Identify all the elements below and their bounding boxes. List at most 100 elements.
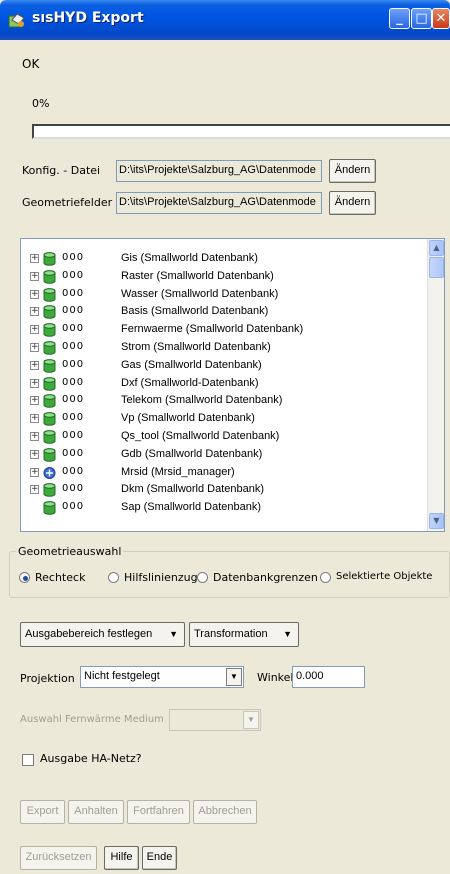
chevron-down-icon[interactable]: ▼ [226, 668, 242, 686]
projektion-select[interactable]: Nicht festgelegt ▼ [80, 666, 244, 688]
title-bar[interactable]: sısHYD Export _ □ ✕ [0, 0, 450, 40]
tree-item-code: 000 [62, 447, 85, 459]
transformation-label: Transformation [194, 628, 268, 640]
tree-item[interactable]: +000 Dkm (Smallworld Datenbank) [21, 482, 421, 499]
tree-item[interactable]: +000 Dxf (Smallworld-Datenbank) [21, 376, 421, 393]
radio-selektierte-objekte[interactable] [320, 572, 331, 583]
database-icon [43, 341, 56, 355]
database-icon [43, 252, 56, 266]
tree-item[interactable]: +000 Basis (Smallworld Datenbank) [21, 304, 421, 321]
winkel-value: 0.000 [296, 670, 324, 682]
radio-datenbankgrenzen[interactable] [197, 572, 208, 583]
tree-item-label: Basis (Smallworld Datenbank) [121, 305, 269, 318]
expand-icon[interactable]: + [30, 307, 39, 317]
tree-item-code: 000 [62, 430, 85, 441]
expand-icon[interactable]: + [30, 325, 39, 335]
expand-icon[interactable]: + [30, 414, 39, 424]
ausgabebereich-button[interactable]: Ausgabebereich festlegen ▼ [20, 622, 185, 647]
radio-rechteck[interactable] [19, 572, 30, 583]
fernwaerme-select[interactable]: ▼ [169, 709, 261, 731]
expand-icon[interactable]: + [30, 467, 39, 477]
chevron-up-icon: ▲ [433, 243, 440, 252]
app-icon [8, 13, 25, 28]
fortfahren-button[interactable]: Fortfahren [127, 800, 190, 824]
database-icon [43, 447, 56, 462]
ha-netz-checkbox[interactable] [22, 754, 34, 766]
expand-icon[interactable]: + [30, 343, 39, 352]
maximize-button[interactable]: □ [411, 8, 432, 29]
zuruecksetzen-button[interactable]: Zurücksetzen [20, 846, 97, 870]
tree-item-code: 000 [62, 376, 85, 388]
minimize-icon: _ [396, 11, 403, 26]
close-button[interactable]: ✕ [432, 8, 450, 29]
scroll-thumb[interactable] [429, 257, 444, 278]
tree-item-code: 000 [62, 465, 85, 477]
konfig-field[interactable]: D:\its\Projekte\Salzburg_AG\Datenmode [116, 160, 322, 182]
tree-item-code: 000 [62, 483, 85, 495]
tree-item[interactable]: +000 Fernwaerme (Smallworld Datenbank) [21, 322, 421, 339]
ha-netz-label: Ausgabe HA-Netz? [40, 752, 142, 765]
tree-item[interactable]: +000 Gdb (Smallworld Datenbank) [21, 447, 421, 464]
tree-item[interactable]: +000 Raster (Smallworld Datenbank) [21, 269, 421, 286]
winkel-input[interactable]: 0.000 [292, 666, 365, 688]
geometrie-change-button[interactable]: Ändern [329, 191, 376, 215]
projektion-value: Nicht festgelegt [84, 670, 160, 682]
tree-item[interactable]: 000 Sap (Smallworld Datenbank) [21, 500, 421, 517]
tree-item-label: Vp (Smallworld Datenbank) [121, 412, 255, 425]
transformation-button[interactable]: Transformation ▼ [189, 622, 299, 647]
tree-item[interactable]: +000 Qs_tool (Smallworld Datenbank) [21, 429, 421, 446]
tree-item[interactable]: +000 Gis (Smallworld Datenbank) [21, 251, 421, 268]
ausgabebereich-label: Ausgabebereich festlegen [25, 628, 153, 640]
database-icon [43, 376, 56, 391]
konfig-change-button[interactable]: Ändern [329, 159, 376, 183]
geometrie-field[interactable]: D:\its\Projekte\Salzburg_AG\Datenmode [116, 192, 322, 214]
expand-icon[interactable]: + [30, 378, 39, 388]
expand-icon[interactable]: + [30, 271, 39, 281]
database-tree[interactable]: +000 Gis (Smallworld Datenbank) +000 Raster… [20, 238, 445, 532]
tree-item-label: Strom (Smallworld Datenbank) [121, 341, 271, 353]
scroll-down-button[interactable]: ▼ [429, 513, 444, 529]
radio-rechteck-label: Rechteck [35, 571, 86, 584]
tree-item[interactable]: +000 Vp (Smallworld Datenbank) [21, 411, 421, 428]
tree-item-label: Raster (Smallworld Datenbank) [121, 269, 274, 282]
scroll-up-button[interactable]: ▲ [429, 240, 444, 256]
export-button[interactable]: Export [20, 800, 65, 824]
ende-button[interactable]: Ende [142, 846, 177, 870]
tree-item-code: 000 [62, 287, 85, 299]
dropdown-arrow-icon: ▼ [283, 629, 292, 639]
minimize-button[interactable]: _ [389, 8, 410, 29]
window-title: sısHYD Export [32, 10, 144, 26]
tree-scrollbar[interactable]: ▲ ▼ [427, 239, 444, 531]
database-icon [43, 412, 56, 426]
tree-item-code: 000 [62, 341, 85, 352]
tree-item[interactable]: +000 Telekom (Smallworld Datenbank) [21, 393, 421, 410]
expand-icon[interactable]: + [30, 254, 39, 263]
database-icon [43, 305, 56, 320]
chevron-down-icon[interactable]: ▼ [243, 711, 259, 729]
radio-hilfslinienzug[interactable] [108, 572, 119, 583]
image-manager-icon [43, 466, 56, 479]
tree-item-label: Sap (Smallworld Datenbank) [121, 501, 262, 514]
expand-icon[interactable]: + [30, 485, 39, 495]
radio-hilfslinienzug-label: Hilfslinienzug [124, 571, 198, 584]
tree-item[interactable]: +000 Gas (Smallworld Datenbank) [21, 358, 421, 375]
expand-icon[interactable]: + [30, 432, 39, 441]
tree-item[interactable]: +000 Strom (Smallworld Datenbank) [21, 340, 421, 357]
expand-icon[interactable]: + [30, 449, 39, 459]
tree-item-code: 000 [62, 412, 85, 424]
tree-item-code: 000 [62, 394, 85, 406]
expand-icon[interactable]: + [30, 396, 39, 406]
tree-item[interactable]: +000 Wasser (Smallworld Datenbank) [21, 287, 421, 304]
database-icon [43, 358, 56, 373]
konfig-label: Konfig. - Datei [22, 164, 101, 177]
expand-icon[interactable]: + [30, 360, 39, 370]
hilfe-button[interactable]: Hilfe [104, 846, 139, 870]
abbrechen-button[interactable]: Abbrechen [193, 800, 257, 824]
expand-icon[interactable]: + [30, 289, 39, 299]
database-icon [43, 430, 56, 444]
tree-item[interactable]: +000 Mrsid (Mrsid_manager) [21, 465, 421, 482]
tree-item-label: Wasser (Smallworld Datenbank) [121, 287, 279, 300]
database-icon [43, 287, 56, 302]
anhalten-button[interactable]: Anhalten [68, 800, 124, 824]
tree-item-label: Telekom (Smallworld Datenbank) [121, 394, 283, 407]
